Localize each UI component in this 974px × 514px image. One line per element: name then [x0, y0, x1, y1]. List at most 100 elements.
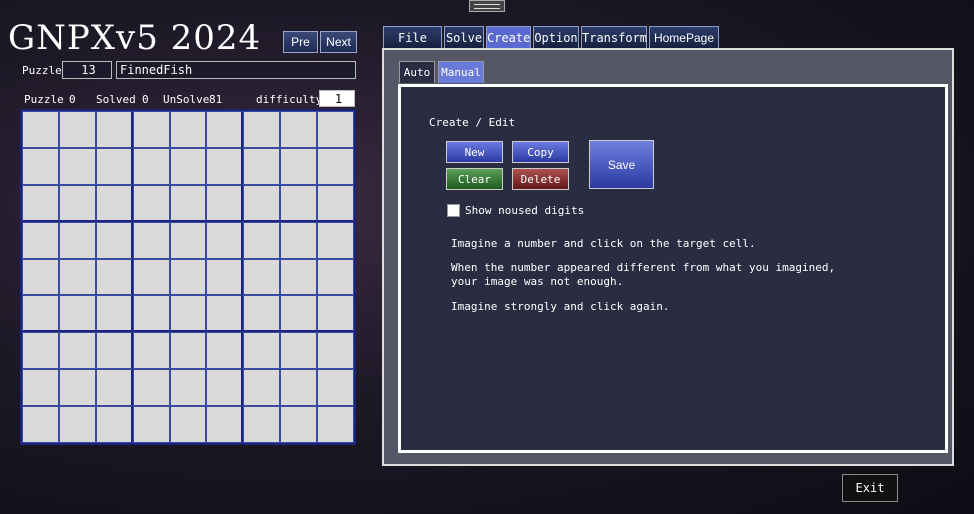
grid-cell[interactable]	[317, 369, 354, 407]
grid-cell[interactable]	[95, 369, 133, 407]
difficulty-field[interactable]: 1	[319, 90, 355, 107]
grid-cell[interactable]	[169, 147, 207, 185]
grid-cell[interactable]	[22, 184, 59, 222]
tab-homepage[interactable]: HomePage	[649, 26, 719, 48]
grid-cell[interactable]	[206, 369, 244, 407]
grid-cell[interactable]	[22, 221, 59, 259]
grid-cell[interactable]	[280, 406, 318, 443]
puzzle-number-field[interactable]: 13	[62, 61, 112, 79]
grid-cell[interactable]	[206, 406, 244, 443]
puzzle-name-field[interactable]: FinnedFish	[116, 61, 356, 79]
grid-cell[interactable]	[243, 184, 281, 222]
grid-cell[interactable]	[22, 258, 59, 296]
grid-cell[interactable]	[206, 111, 244, 148]
grid-cell[interactable]	[132, 147, 170, 185]
grid-cell[interactable]	[280, 369, 318, 407]
grid-cell[interactable]	[132, 369, 170, 407]
clear-button[interactable]: Clear	[446, 168, 503, 190]
pre-button[interactable]: Pre	[283, 31, 318, 53]
grid-cell[interactable]	[280, 221, 318, 259]
grid-cell[interactable]	[58, 295, 96, 333]
grid-cell[interactable]	[169, 332, 207, 370]
grid-cell[interactable]	[58, 369, 96, 407]
grid-cell[interactable]	[58, 111, 96, 148]
grid-cell[interactable]	[317, 221, 354, 259]
grid-cell[interactable]	[317, 406, 354, 443]
grid-cell[interactable]	[95, 258, 133, 296]
grid-cell[interactable]	[169, 369, 207, 407]
grid-cell[interactable]	[206, 184, 244, 222]
grid-cell[interactable]	[243, 258, 281, 296]
next-button[interactable]: Next	[320, 31, 357, 53]
grid-cell[interactable]	[280, 184, 318, 222]
grid-cell[interactable]	[58, 258, 96, 296]
tab-create[interactable]: Create	[486, 26, 531, 48]
delete-button[interactable]: Delete	[512, 168, 569, 190]
grid-cell[interactable]	[206, 147, 244, 185]
grid-cell[interactable]	[22, 332, 59, 370]
grid-cell[interactable]	[243, 147, 281, 185]
grid-cell[interactable]	[132, 221, 170, 259]
tab-option[interactable]: Option	[533, 26, 579, 48]
grid-cell[interactable]	[95, 184, 133, 222]
grid-cell[interactable]	[95, 332, 133, 370]
grid-cell[interactable]	[243, 221, 281, 259]
grid-cell[interactable]	[95, 221, 133, 259]
grid-cell[interactable]	[22, 295, 59, 333]
grid-cell[interactable]	[206, 221, 244, 259]
grid-cell[interactable]	[132, 295, 170, 333]
grid-cell[interactable]	[169, 221, 207, 259]
grid-cell[interactable]	[58, 332, 96, 370]
grid-cell[interactable]	[243, 406, 281, 443]
grid-cell[interactable]	[22, 369, 59, 407]
grid-cell[interactable]	[22, 111, 59, 148]
sudoku-grid[interactable]	[20, 109, 356, 445]
grid-cell[interactable]	[206, 295, 244, 333]
grid-cell[interactable]	[95, 111, 133, 148]
tab-file[interactable]: File	[383, 26, 442, 48]
grid-cell[interactable]	[169, 406, 207, 443]
subtab-auto[interactable]: Auto	[399, 61, 435, 83]
grid-cell[interactable]	[317, 111, 354, 148]
grid-cell[interactable]	[243, 111, 281, 148]
tab-transform[interactable]: Transform	[581, 26, 647, 48]
grid-cell[interactable]	[317, 147, 354, 185]
grid-cell[interactable]	[132, 184, 170, 222]
grid-cell[interactable]	[317, 332, 354, 370]
grid-cell[interactable]	[169, 111, 207, 148]
grid-cell[interactable]	[317, 184, 354, 222]
grid-cell[interactable]	[95, 295, 133, 333]
grid-cell[interactable]	[132, 406, 170, 443]
grid-cell[interactable]	[58, 184, 96, 222]
grid-cell[interactable]	[243, 295, 281, 333]
show-noused-checkbox[interactable]	[447, 204, 460, 217]
grid-cell[interactable]	[317, 258, 354, 296]
grid-cell[interactable]	[58, 406, 96, 443]
grid-cell[interactable]	[132, 258, 170, 296]
exit-button[interactable]: Exit	[842, 474, 898, 502]
grid-cell[interactable]	[22, 406, 59, 443]
grid-cell[interactable]	[317, 295, 354, 333]
grid-cell[interactable]	[280, 147, 318, 185]
grid-cell[interactable]	[95, 147, 133, 185]
new-button[interactable]: New	[446, 141, 503, 163]
grid-cell[interactable]	[243, 332, 281, 370]
grid-cell[interactable]	[280, 332, 318, 370]
grid-cell[interactable]	[22, 147, 59, 185]
grid-cell[interactable]	[280, 295, 318, 333]
grid-cell[interactable]	[280, 258, 318, 296]
copy-button[interactable]: Copy	[512, 141, 569, 163]
grid-cell[interactable]	[132, 332, 170, 370]
grid-cell[interactable]	[169, 258, 207, 296]
tab-solve[interactable]: Solve	[444, 26, 484, 48]
drag-handle[interactable]	[469, 0, 505, 12]
grid-cell[interactable]	[132, 111, 170, 148]
grid-cell[interactable]	[95, 406, 133, 443]
grid-cell[interactable]	[243, 369, 281, 407]
grid-cell[interactable]	[58, 221, 96, 259]
grid-cell[interactable]	[206, 258, 244, 296]
subtab-manual[interactable]: Manual	[438, 61, 484, 83]
grid-cell[interactable]	[206, 332, 244, 370]
grid-cell[interactable]	[169, 184, 207, 222]
save-button[interactable]: Save	[589, 140, 654, 189]
